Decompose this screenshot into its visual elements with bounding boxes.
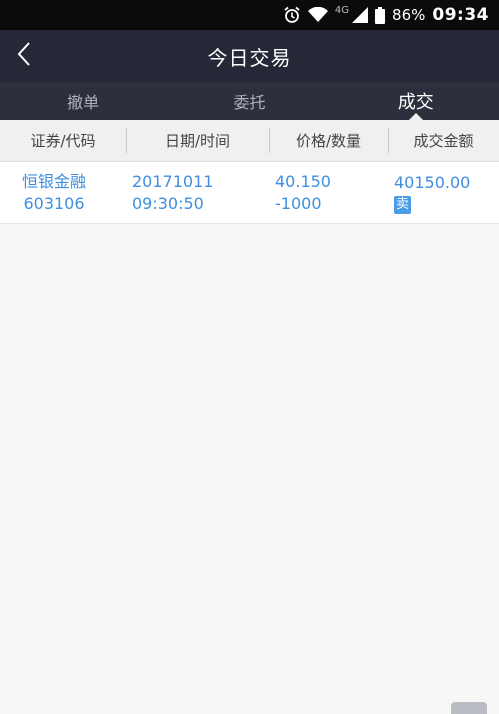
status-bar: 4G 86% 09:34 bbox=[0, 0, 499, 30]
tab-bar: 撤单 委托 成交 bbox=[0, 82, 499, 120]
trade-price: 40.150 bbox=[275, 171, 331, 191]
header-security: 证券/代码 bbox=[30, 132, 96, 150]
price-qty-cell: 40.150 -1000 bbox=[269, 162, 388, 223]
trade-time: 09:30:50 bbox=[132, 193, 204, 213]
wifi-icon bbox=[307, 7, 328, 23]
battery-percent: 86% bbox=[392, 6, 426, 24]
list-empty-area bbox=[0, 224, 499, 714]
chevron-left-icon bbox=[17, 41, 31, 71]
trade-amount: 40150.00 bbox=[394, 172, 471, 192]
table-row[interactable]: 恒银金融 603106 20171011 09:30:50 40.150 -10… bbox=[0, 162, 499, 224]
signal-icon bbox=[352, 7, 369, 23]
nav-bar: 今日交易 bbox=[0, 30, 499, 82]
table-header: 证券/代码 日期/时间 价格/数量 成交金额 bbox=[0, 120, 499, 162]
page-title: 今日交易 bbox=[207, 45, 292, 70]
tab-orders[interactable]: 委托 bbox=[166, 82, 332, 120]
security-cell: 恒银金融 603106 bbox=[0, 162, 126, 223]
tab-cancel-order[interactable]: 撤单 bbox=[0, 82, 166, 120]
trade-quantity: -1000 bbox=[275, 193, 322, 213]
security-code: 603106 bbox=[23, 193, 85, 213]
tab-trades[interactable]: 成交 bbox=[333, 82, 499, 120]
trade-date: 20171011 bbox=[132, 171, 214, 191]
back-button[interactable] bbox=[12, 40, 36, 72]
floating-tool-handle[interactable] bbox=[451, 702, 487, 714]
network-type: 4G bbox=[334, 4, 350, 16]
datetime-cell: 20171011 09:30:50 bbox=[126, 162, 269, 223]
battery-icon bbox=[375, 6, 386, 24]
side-badge: 卖 bbox=[394, 195, 412, 214]
clock: 09:34 bbox=[432, 5, 489, 25]
alarm-icon bbox=[283, 6, 301, 24]
header-price-qty: 价格/数量 bbox=[269, 120, 388, 161]
amount-cell: 40150.00 卖 bbox=[388, 162, 499, 223]
header-amount: 成交金额 bbox=[388, 120, 499, 161]
security-name: 恒银金融 bbox=[21, 171, 86, 191]
header-datetime: 日期/时间 bbox=[126, 120, 269, 161]
